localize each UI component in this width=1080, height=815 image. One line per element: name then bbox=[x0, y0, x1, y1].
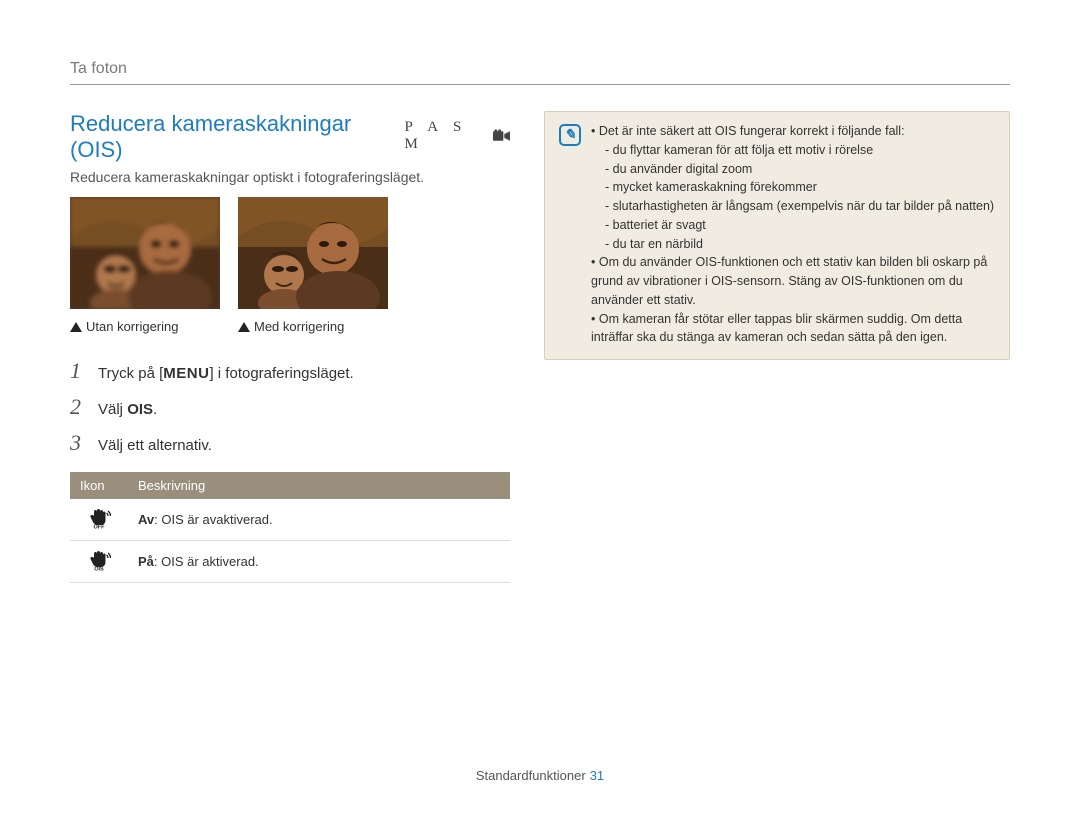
note-item: Det är inte säkert att OIS fungerar korr… bbox=[591, 122, 995, 253]
ois-off-icon: OFF bbox=[70, 499, 128, 541]
example-photo-before bbox=[70, 197, 220, 309]
triangle-icon bbox=[70, 322, 82, 332]
note-item: Om kameran får stötar eller tappas blir … bbox=[591, 310, 995, 348]
mode-icons: P A S M bbox=[404, 119, 510, 153]
note-subitem: batteriet är svagt bbox=[605, 216, 995, 235]
example-photo-after bbox=[238, 197, 388, 309]
option-desc: På: OIS är aktiverad. bbox=[128, 541, 510, 583]
triangle-icon bbox=[238, 322, 250, 332]
svg-text:OFF: OFF bbox=[94, 525, 106, 530]
camcorder-icon bbox=[493, 129, 510, 143]
right-column: ✎ Det är inte säkert att OIS fungerar ko… bbox=[544, 111, 1010, 583]
subtitle: Reducera kameraskakningar optiskt i foto… bbox=[70, 169, 510, 185]
steps-list: 1 Tryck på [MENU] i fotograferingsläget.… bbox=[70, 358, 510, 456]
ois-on-icon: OIS bbox=[70, 541, 128, 583]
note-subitem: slutarhastigheten är långsam (exempelvis… bbox=[605, 197, 995, 216]
left-column: Reducera kameraskakningar (OIS) P A S M … bbox=[70, 111, 510, 583]
note-subitem: du flyttar kameran för att följa ett mot… bbox=[605, 141, 995, 160]
th-icon: Ikon bbox=[70, 472, 128, 499]
caption-after: Med korrigering bbox=[238, 319, 388, 334]
note-subitem: du tar en närbild bbox=[605, 235, 995, 254]
page-title: Reducera kameraskakningar (OIS) bbox=[70, 111, 390, 163]
th-desc: Beskrivning bbox=[128, 472, 510, 499]
table-row: OFF Av: OIS är avaktiverad. bbox=[70, 499, 510, 541]
options-table: Ikon Beskrivning OFF Av: OIS är avaktive… bbox=[70, 472, 510, 583]
step-3: 3 Välj ett alternativ. bbox=[70, 430, 510, 456]
menu-label: MENU bbox=[163, 365, 209, 382]
info-icon: ✎ bbox=[559, 124, 581, 146]
step-2: 2 Välj OIS. bbox=[70, 394, 510, 420]
section-label: Ta foton bbox=[70, 60, 1010, 85]
step-1: 1 Tryck på [MENU] i fotograferingsläget. bbox=[70, 358, 510, 384]
note-subitem: mycket kameraskakning förekommer bbox=[605, 178, 995, 197]
note-subitem: du använder digital zoom bbox=[605, 160, 995, 179]
caption-before: Utan korrigering bbox=[70, 319, 220, 334]
page-footer: Standardfunktioner31 bbox=[0, 768, 1080, 783]
option-desc: Av: OIS är avaktiverad. bbox=[128, 499, 510, 541]
table-row: OIS På: OIS är aktiverad. bbox=[70, 541, 510, 583]
note-item: Om du använder OIS-funktionen och ett st… bbox=[591, 253, 995, 309]
note-box: ✎ Det är inte säkert att OIS fungerar ko… bbox=[544, 111, 1010, 360]
svg-text:OIS: OIS bbox=[94, 567, 104, 572]
